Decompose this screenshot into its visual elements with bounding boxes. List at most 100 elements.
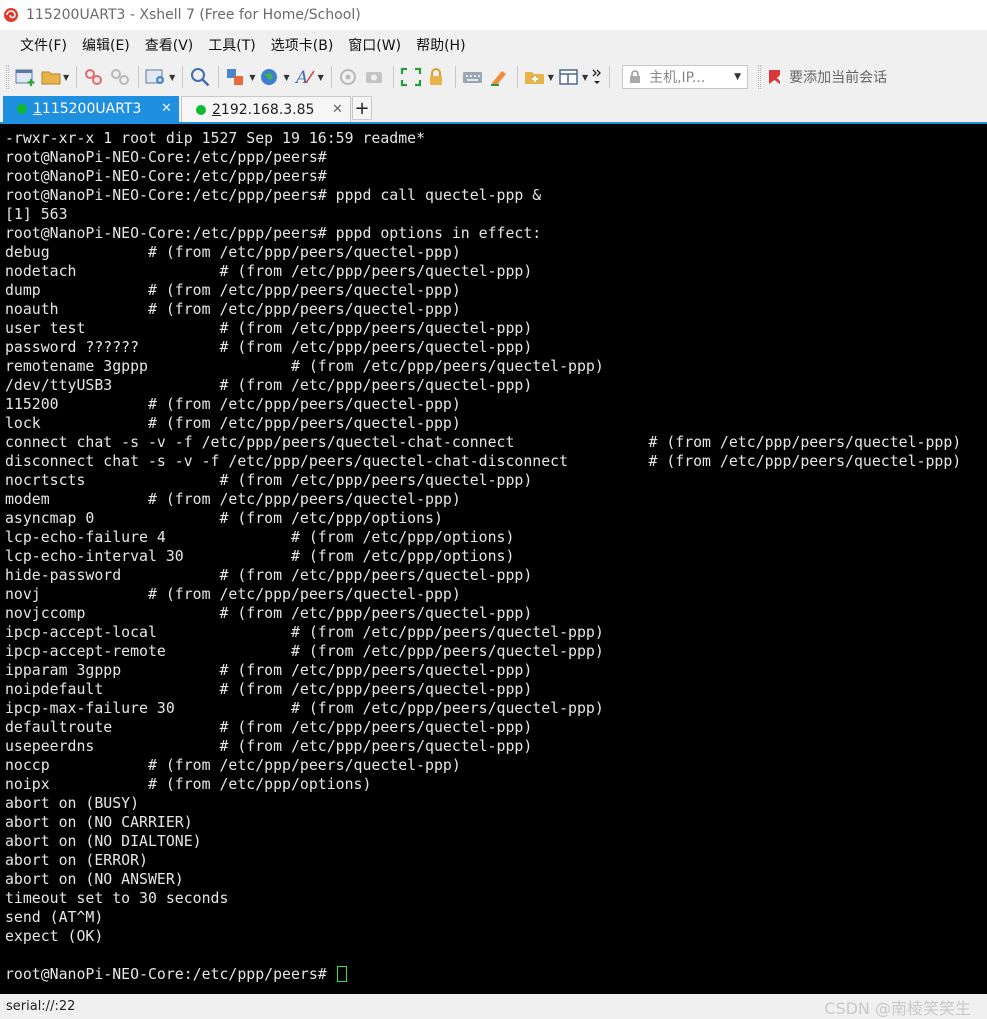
toolbar-overflow-button[interactable] [592,64,602,90]
menu-view[interactable]: 查看(V) [145,35,194,55]
close-tab-icon[interactable]: ✕ [332,102,343,117]
terminal-line: root@NanoPi-NEO-Core:/etc/ppp/peers# [5,167,327,185]
tab-label: 192.168.3.85 [220,101,315,118]
transfer-button[interactable]: ▼ [225,64,255,90]
chevron-down-icon: ▼ [581,72,589,82]
terminal-line: timeout set to 30 seconds [5,889,229,907]
terminal-line: disconnect chat -s -v -f /etc/ppp/peers/… [5,452,962,470]
toolbar: ▼ ▼ ▼ ▼ A ▼ ▼ ▼ 主机,IP... ▼ 要添加当前会话 [0,60,987,94]
tab-115200uart3[interactable]: 1 115200UART3 ✕ [3,96,179,122]
toolbar-divider [454,66,456,88]
terminal-line: ipcp-max-failure 30 # (from /etc/ppp/pee… [5,699,604,717]
script-button[interactable] [338,64,360,90]
terminal-line: usepeerdns # (from /etc/ppp/peers/quecte… [5,737,533,755]
terminal-prompt-line: root@NanoPi-NEO-Core:/etc/ppp/peers# [5,965,961,984]
terminal-line: novj # (from /etc/ppp/peers/quectel-ppp) [5,585,461,603]
svg-text:A: A [294,68,308,87]
connect-button[interactable] [83,64,105,90]
title-bar: 115200UART3 - Xshell 7 (Free for Home/Sc… [0,0,987,30]
chevron-down-icon: ▼ [283,72,290,82]
menu-bar: 文件(F) 编辑(E) 查看(V) 工具(T) 选项卡(B) 窗口(W) 帮助(… [0,30,987,60]
camera-icon [365,72,382,83]
terminal-line: 115200 # (from /etc/ppp/peers/quectel-pp… [5,395,461,413]
new-tab-group-button[interactable]: ▼ [524,64,554,90]
disconnect-button[interactable] [109,64,131,90]
link-icon [85,69,103,85]
menu-edit[interactable]: 编辑(E) [82,35,130,55]
layout-button[interactable]: ▼ [558,64,588,90]
terminal-line: asyncmap 0 # (from /etc/ppp/options) [5,509,443,527]
lock-button[interactable] [426,64,448,90]
terminal-line: connect chat -s -v -f /etc/ppp/peers/que… [5,433,962,451]
terminal-line: nocrtscts # (from /etc/ppp/peers/quectel… [5,471,533,489]
host-input[interactable]: 主机,IP... [649,67,734,87]
font-button[interactable]: A ▼ [294,64,324,90]
terminal-line: root@NanoPi-NEO-Core:/etc/ppp/peers# [5,148,327,166]
terminal-line: root@NanoPi-NEO-Core:/etc/ppp/peers# ppp… [5,186,542,204]
folder-plus-icon [524,72,544,84]
search-icon [191,68,210,87]
menu-file[interactable]: 文件(F) [20,35,67,55]
properties-button[interactable]: ▼ [145,64,175,90]
new-session-button[interactable] [15,64,37,90]
toolbar-divider [330,66,332,88]
open-folder-button[interactable]: ▼ [41,64,69,90]
terminal-line: user test # (from /etc/ppp/peers/quectel… [5,319,533,337]
terminal-view[interactable]: -rwxr-xr-x 1 root dip 1527 Sep 19 16:59 … [0,122,987,994]
toolbar-divider [182,66,184,88]
transfer-icon [227,69,244,85]
toolbar-divider [76,66,78,88]
terminal-line: expect (OK) [5,927,104,945]
terminal-output: -rwxr-xr-x 1 root dip 1527 Sep 19 16:59 … [5,129,961,984]
terminal-line: modem # (from /etc/ppp/peers/quectel-ppp… [5,490,461,508]
terminal-line: ipcp-accept-local # (from /etc/ppp/peers… [5,623,604,641]
terminal-line: noipx # (from /etc/ppp/options) [5,775,372,793]
lock-icon [429,68,442,85]
keyboard-button[interactable] [462,64,484,90]
toolbar-divider [138,66,140,88]
menu-tabs[interactable]: 选项卡(B) [271,35,334,55]
lock-icon [630,70,641,83]
host-address-combobox[interactable]: 主机,IP... ▼ [622,65,749,89]
find-button[interactable] [189,64,211,90]
plus-icon: + [354,97,370,119]
new-session-icon [15,69,35,86]
connection-status: serial://:22 [6,999,76,1014]
new-tab-button[interactable]: + [352,96,372,120]
globe-button[interactable]: ▼ [259,64,290,90]
terminal-line: debug # (from /etc/ppp/peers/quectel-ppp… [5,243,461,261]
menu-tools[interactable]: 工具(T) [208,35,255,55]
tab-192-168-3-85[interactable]: 2 192.168.3.85 ✕ [181,96,351,122]
terminal-line: nodetach # (from /etc/ppp/peers/quectel-… [5,262,533,280]
menu-help[interactable]: 帮助(H) [416,35,465,55]
toolbar-grip [758,65,762,89]
close-tab-icon[interactable]: ✕ [161,101,172,116]
shell-prompt: root@NanoPi-NEO-Core:/etc/ppp/peers# [5,965,336,983]
toolbar-divider [609,66,611,88]
overflow-icon [592,69,602,84]
terminal-line: abort on (BUSY) [5,794,140,812]
keyboard-icon [462,72,482,83]
layout-icon [559,69,578,85]
terminal-line: ipcp-accept-remote # (from /etc/ppp/peer… [5,642,604,660]
chevron-down-icon: ▼ [734,72,742,82]
fullscreen-button[interactable] [400,64,422,90]
terminal-line: defaultroute # (from /etc/ppp/peers/quec… [5,718,533,736]
terminal-line: ipparam 3gppp # (from /etc/ppp/peers/que… [5,661,533,679]
highlight-button[interactable] [488,64,510,90]
globe-icon [261,69,278,85]
chevron-down-icon: ▼ [169,72,176,82]
chevron-down-icon: ▼ [317,72,324,82]
terminal-line: noauth # (from /etc/ppp/peers/quectel-pp… [5,300,461,318]
toolbar-divider [218,66,220,88]
connected-status-icon [17,104,27,114]
unlink-icon [111,69,130,85]
log-button[interactable] [364,64,386,90]
folder-icon [41,71,61,85]
menu-window[interactable]: 窗口(W) [348,35,401,55]
terminal-line: send (AT^M) [5,908,104,926]
fullscreen-icon [400,67,421,87]
add-session-button[interactable]: 要添加当前会话 [767,64,887,90]
toolbar-divider [516,66,518,88]
